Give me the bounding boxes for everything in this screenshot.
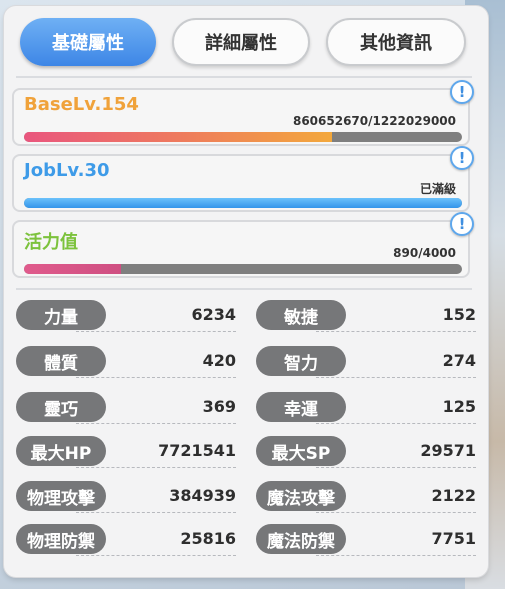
stat-label: 體質 xyxy=(16,346,106,376)
stat-magic-defense: 魔法防禦 7751 xyxy=(256,524,476,558)
stat-dex: 靈巧 369 xyxy=(16,392,236,426)
tab-detailed-attributes[interactable]: 詳細屬性 xyxy=(172,18,310,66)
stat-label: 最大SP xyxy=(256,436,346,466)
stat-label: 魔法攻擊 xyxy=(256,481,346,511)
stat-max-hp: 最大HP 7721541 xyxy=(16,436,236,470)
divider xyxy=(16,288,472,290)
stat-value: 384939 xyxy=(169,486,236,505)
info-icon[interactable]: ! xyxy=(450,80,474,104)
stat-value: 274 xyxy=(442,351,476,370)
base-exp-bar xyxy=(24,132,462,142)
stat-value: 152 xyxy=(442,305,476,324)
stat-str: 力量 6234 xyxy=(16,300,236,334)
stat-luk: 幸運 125 xyxy=(256,392,476,426)
info-icon[interactable]: ! xyxy=(450,146,474,170)
vitality-bar-fill xyxy=(24,264,122,274)
stat-value: 2122 xyxy=(431,486,476,505)
stat-label: 靈巧 xyxy=(16,392,106,422)
stat-magic-attack: 魔法攻擊 2122 xyxy=(256,481,476,515)
job-exp-value: 已滿級 xyxy=(419,182,456,196)
base-exp-value: 860652670/1222029000 xyxy=(292,114,456,128)
stat-agi: 敏捷 152 xyxy=(256,300,476,334)
stat-label: 力量 xyxy=(16,300,106,330)
stat-physical-attack: 物理攻擊 384939 xyxy=(16,481,236,515)
stat-label: 智力 xyxy=(256,346,346,376)
base-level-box: BaseLv.154 860652670/1222029000 ! xyxy=(12,80,474,146)
vitality-title: 活力值 xyxy=(24,232,78,253)
divider xyxy=(16,76,472,78)
stat-label: 幸運 xyxy=(256,392,346,422)
stat-label: 物理防禦 xyxy=(16,524,106,554)
vitality-box: 活力值 890/4000 ! xyxy=(12,212,474,278)
stat-label: 最大HP xyxy=(16,436,106,466)
stat-label: 魔法防禦 xyxy=(256,524,346,554)
stat-value: 125 xyxy=(442,397,476,416)
job-exp-bar xyxy=(24,198,462,208)
stat-label: 物理攻擊 xyxy=(16,481,106,511)
vitality-bar xyxy=(24,264,462,274)
tab-basic-attributes[interactable]: 基礎屬性 xyxy=(20,18,156,66)
stat-value: 7751 xyxy=(431,529,476,548)
job-level-title: JobLv.30 xyxy=(24,160,110,181)
stat-physical-defense: 物理防禦 25816 xyxy=(16,524,236,558)
stat-value: 369 xyxy=(202,397,236,416)
job-level-box: JobLv.30 已滿級 ! xyxy=(12,146,474,212)
stat-value: 6234 xyxy=(191,305,236,324)
base-exp-bar-fill xyxy=(24,132,333,142)
stat-value: 420 xyxy=(202,351,236,370)
stat-value: 25816 xyxy=(180,529,236,548)
stat-int: 智力 274 xyxy=(256,346,476,380)
character-stats-panel: 基礎屬性 詳細屬性 其他資訊 BaseLv.154 860652670/1222… xyxy=(4,6,488,577)
base-level-title: BaseLv.154 xyxy=(24,94,139,115)
tab-other-info[interactable]: 其他資訊 xyxy=(326,18,466,66)
stat-vit: 體質 420 xyxy=(16,346,236,380)
stat-max-sp: 最大SP 29571 xyxy=(256,436,476,470)
stat-value: 29571 xyxy=(420,441,476,460)
info-icon[interactable]: ! xyxy=(450,212,474,236)
job-exp-bar-fill xyxy=(24,198,462,208)
vitality-value: 890/4000 xyxy=(393,246,456,260)
stat-value: 7721541 xyxy=(158,441,236,460)
stat-label: 敏捷 xyxy=(256,300,346,330)
